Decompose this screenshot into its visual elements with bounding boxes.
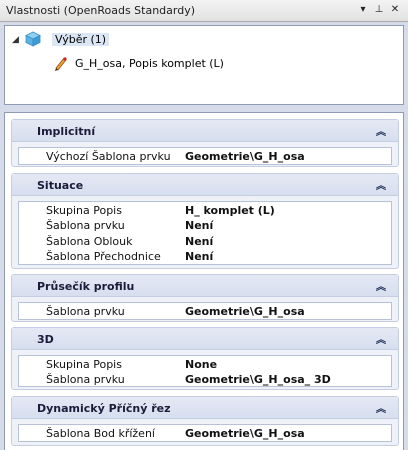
group-title: Situace (37, 179, 84, 192)
property-row[interactable]: Výchozí Šablona prvku Geometrie\G_H_osa (19, 148, 391, 164)
group-body: Šablona prvku Geometrie\G_H_osa (18, 302, 392, 320)
group-header[interactable]: Situace ︽ (12, 174, 398, 196)
property-name: Výchozí Šablona prvku (46, 150, 171, 163)
property-name: Šablona prvku (46, 219, 125, 232)
collapse-chevron-icon[interactable]: ︽ (376, 177, 386, 192)
window-titlebar: Vlastnosti (OpenRoads Standardy) ▾ ⊥ ✕ (0, 0, 408, 22)
pin-icon[interactable]: ⊥ (372, 3, 386, 17)
property-name: Skupina Popis (46, 358, 122, 371)
property-name: Šablona Bod křížení (46, 427, 155, 440)
group-header[interactable]: Dynamický Příčný řez ︽ (12, 397, 398, 419)
tree-collapse-icon[interactable]: ◢ (12, 35, 19, 45)
property-value[interactable]: H_ komplet (L) (185, 204, 275, 217)
property-row[interactable]: Šablona Oblouk Není (19, 233, 391, 249)
property-value[interactable]: None (185, 358, 217, 371)
property-value[interactable]: Není (185, 219, 213, 232)
collapse-chevron-icon[interactable]: ︽ (376, 400, 386, 415)
close-icon[interactable]: ✕ (388, 3, 402, 17)
group-situace: Situace ︽ Skupina Popis H_ komplet (L) Š… (11, 173, 399, 269)
property-row[interactable]: Šablona prvku Geometrie\G_H_osa (19, 303, 391, 319)
selection-cube-icon (25, 31, 41, 47)
group-title: Implicitní (37, 125, 96, 138)
dropdown-menu-icon[interactable]: ▾ (356, 3, 370, 17)
property-value[interactable]: Geometrie\G_H_osa_ 3D (185, 373, 331, 386)
property-row[interactable]: Skupina Popis H_ komplet (L) (19, 202, 391, 218)
group-dynamicky-pricny-rez: Dynamický Příčný řez ︽ Šablona Bod kříže… (11, 396, 399, 446)
property-name: Šablona Oblouk (46, 235, 133, 248)
property-row[interactable]: Šablona Bod křížení Geometrie\G_H_osa (19, 425, 391, 441)
group-header[interactable]: 3D ︽ (12, 328, 398, 350)
group-body: Skupina Popis None Šablona prvku Geometr… (18, 355, 392, 387)
collapse-chevron-icon[interactable]: ︽ (376, 278, 386, 293)
property-value[interactable]: Geometrie\G_H_osa (185, 305, 305, 318)
property-value[interactable]: Geometrie\G_H_osa (185, 150, 305, 163)
annotation-pen-icon (55, 57, 67, 71)
selection-tree: ◢ Výběr (1) G_H_osa, Popis komplet (L) (4, 25, 404, 105)
property-name: Šablona Přechodnice (46, 250, 161, 263)
group-body: Výchozí Šablona prvku Geometrie\G_H_osa (18, 147, 392, 165)
tree-item-selection-label: Výběr (1) (52, 33, 110, 46)
group-body: Šablona Bod křížení Geometrie\G_H_osa (18, 424, 392, 442)
property-name: Skupina Popis (46, 204, 122, 217)
property-value[interactable]: Geometrie\G_H_osa (185, 427, 305, 440)
property-row[interactable]: Skupina Popis None (19, 356, 391, 372)
collapse-chevron-icon[interactable]: ︽ (376, 123, 386, 138)
group-header[interactable]: Implicitní ︽ (12, 120, 398, 142)
window-title: Vlastnosti (OpenRoads Standardy) (6, 4, 196, 17)
group-prusecik-profilu: Průsečík profilu ︽ Šablona prvku Geometr… (11, 274, 399, 322)
group-title: Průsečík profilu (37, 280, 135, 293)
property-value[interactable]: Není (185, 235, 213, 248)
group-title: 3D (37, 333, 54, 346)
group-body: Skupina Popis H_ komplet (L) Šablona prv… (18, 201, 392, 265)
properties-panel: Implicitní ︽ Výchozí Šablona prvku Geome… (4, 112, 404, 450)
property-row[interactable]: Šablona prvku Geometrie\G_H_osa_ 3D (19, 371, 391, 387)
group-header[interactable]: Průsečík profilu ︽ (12, 275, 398, 297)
tree-item-element-label: G_H_osa, Popis komplet (L) (75, 57, 224, 70)
group-title: Dynamický Příčný řez (37, 402, 171, 415)
group-implicitni: Implicitní ︽ Výchozí Šablona prvku Geome… (11, 119, 399, 167)
collapse-chevron-icon[interactable]: ︽ (376, 331, 386, 346)
property-row[interactable]: Šablona prvku Není (19, 217, 391, 233)
property-value[interactable]: Není (185, 250, 213, 263)
property-name: Šablona prvku (46, 373, 125, 386)
property-row[interactable]: Šablona Přechodnice Není (19, 248, 391, 264)
group-3d: 3D ︽ Skupina Popis None Šablona prvku Ge… (11, 327, 399, 390)
property-name: Šablona prvku (46, 305, 125, 318)
